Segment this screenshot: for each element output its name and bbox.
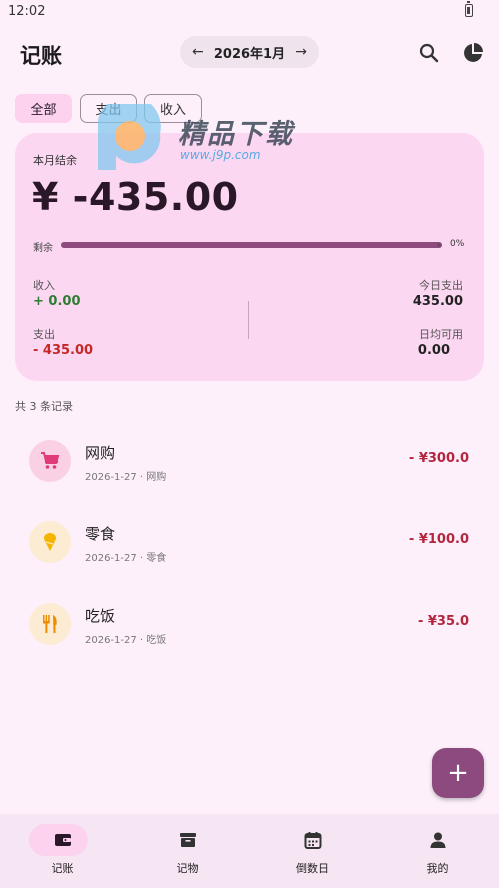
record-subtitle: 2026-1-27 · 零食: [85, 553, 167, 564]
record-amount: - ¥100.0: [408, 532, 469, 547]
income-value: + 0.00: [33, 294, 81, 309]
person-icon: [430, 832, 445, 848]
record-subtitle: 2026-1-27 · 网购: [85, 472, 167, 483]
nav-label: 记账: [51, 862, 74, 875]
watermark-url: www.j9p.com: [180, 148, 261, 162]
stat-divider: [248, 301, 249, 339]
today-expense-value: 435.00: [412, 294, 463, 309]
utensils-icon: [29, 603, 71, 645]
archive-icon: [179, 833, 196, 847]
record-title: 吃饭: [85, 607, 116, 625]
shopping-cart-icon: [29, 440, 71, 482]
today-expense-label: 今日支出: [419, 279, 463, 292]
month-selector: ← 2026年1月 →: [180, 36, 319, 68]
wallet-icon: [54, 834, 71, 846]
progress-end-dot: [437, 243, 441, 247]
expense-label: 支出: [33, 328, 55, 341]
balance-value: ¥ -435.00: [32, 175, 239, 219]
bottom-navigation: 记账 记物 倒数日 我的: [0, 814, 499, 888]
month-label[interactable]: 2026年1月: [214, 43, 285, 62]
monthly-balance-label: 本月结余: [33, 154, 77, 167]
watermark-p-icon: [98, 95, 161, 170]
budget-progress-bar: [61, 242, 442, 248]
add-record-button[interactable]: +: [432, 748, 484, 798]
record-item[interactable]: 零食 2026-1-27 · 零食 - ¥100.0: [15, 509, 484, 575]
record-amount: - ¥300.0: [408, 451, 469, 466]
daily-available-label: 日均可用: [419, 328, 463, 341]
nav-item-bookkeeping[interactable]: 记账: [0, 814, 125, 888]
nav-label: 倒数日: [296, 862, 329, 875]
ice-cream-icon: [29, 521, 71, 563]
watermark-logo: 精品下载 www.j9p.com: [94, 95, 324, 176]
budget-progress-fill: [61, 242, 442, 248]
expense-value: - 435.00: [33, 343, 94, 358]
record-item[interactable]: 吃饭 2026-1-27 · 吃饭 - ¥35.0: [15, 591, 484, 657]
pie-chart-icon[interactable]: [462, 42, 484, 64]
battery-icon: [465, 1, 473, 17]
watermark-text: 精品下载: [178, 119, 294, 150]
prev-month-button[interactable]: ←: [192, 44, 204, 60]
record-title: 网购: [85, 444, 116, 462]
nav-item-profile[interactable]: 我的: [375, 814, 499, 888]
record-amount: - ¥35.0: [417, 614, 469, 629]
nav-item-countdown[interactable]: 倒数日: [250, 814, 375, 888]
status-bar: 12:02: [0, 0, 499, 24]
nav-label: 记物: [176, 862, 199, 875]
daily-available-value: 0.00: [417, 343, 450, 358]
record-title: 零食: [85, 525, 116, 543]
page-title: 记账: [20, 44, 62, 68]
record-subtitle: 2026-1-27 · 吃饭: [85, 635, 167, 646]
record-item[interactable]: 网购 2026-1-27 · 网购 - ¥300.0: [15, 428, 484, 494]
calendar-icon: [304, 832, 321, 849]
remain-label: 剩余: [33, 243, 53, 254]
status-time: 12:02: [8, 4, 46, 19]
nav-label: 我的: [426, 862, 449, 875]
income-label: 收入: [33, 279, 55, 292]
next-month-button[interactable]: →: [295, 44, 307, 60]
record-count: 共 3 条记录: [15, 400, 73, 413]
progress-percent: 0%: [450, 239, 465, 249]
nav-item-items[interactable]: 记物: [125, 814, 250, 888]
filter-all-tab[interactable]: 全部: [15, 94, 72, 123]
search-icon[interactable]: [418, 42, 440, 64]
